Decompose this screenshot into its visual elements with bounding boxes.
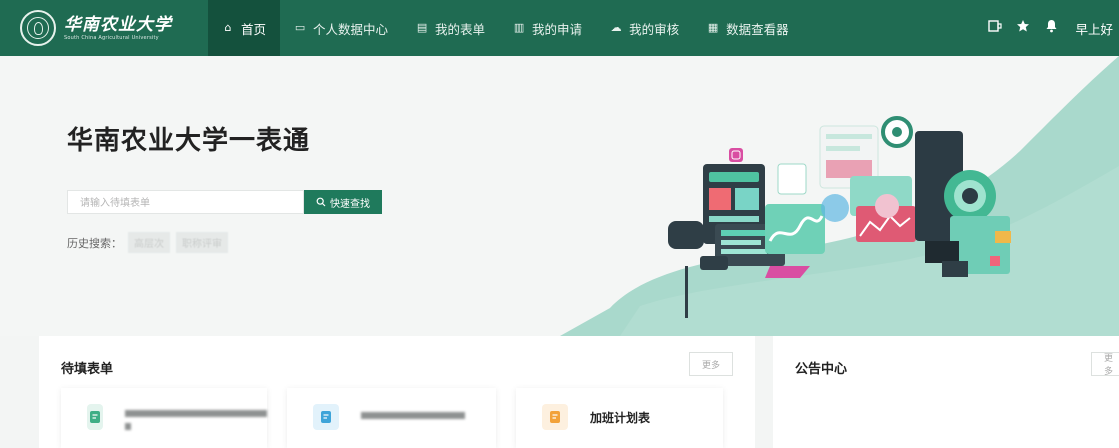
form-icon [87, 404, 103, 430]
form-name-redacted [125, 406, 267, 430]
nav-label: 我的表单 [435, 21, 486, 37]
hero-banner: 华南农业大学一表通 快速查找 历史搜索： 高层次 职称评审 [0, 56, 1119, 336]
nav-item-my-forms[interactable]: ▤ 我的表单 [402, 0, 499, 56]
search-history: 历史搜索： 高层次 职称评审 [67, 232, 228, 253]
university-logo[interactable]: 华南农业大学 South China Agricultural Universi… [20, 10, 172, 46]
bell-icon[interactable] [1037, 19, 1065, 37]
form-card[interactable] [287, 388, 496, 448]
quick-search-label: 快速查找 [330, 198, 370, 210]
nav-label: 数据查看器 [726, 21, 789, 37]
star-icon[interactable] [1009, 19, 1037, 37]
top-navbar: 华南农业大学 South China Agricultural Universi… [0, 0, 1119, 56]
monitor-icon: ▭ [294, 21, 306, 34]
notice-center-panel: 公告中心 更多 [773, 336, 1119, 448]
history-tag[interactable]: 职称评审 [176, 232, 228, 253]
panel-title: 待填表单 [61, 362, 114, 377]
nav-item-my-applications[interactable]: ▥ 我的申请 [499, 0, 596, 56]
main-nav: ⌂ 首页 ▭ 个人数据中心 ▤ 我的表单 ▥ 我的申请 ☁ 我的审核 ▦ 数据查… [208, 0, 803, 56]
nav-item-personal-data[interactable]: ▭ 个人数据中心 [280, 0, 402, 56]
nav-item-home[interactable]: ⌂ 首页 [208, 0, 281, 56]
search-box [67, 190, 304, 215]
page-title: 华南农业大学一表通 [67, 126, 311, 156]
quick-search-button[interactable]: 快速查找 [304, 190, 382, 214]
logo-text: 华南农业大学 South China Agricultural Universi… [64, 15, 172, 41]
search-icon [316, 197, 326, 207]
seal-icon [20, 10, 56, 46]
form-name-redacted [361, 408, 465, 419]
nav-label: 我的审核 [629, 21, 680, 37]
nav-label: 首页 [241, 21, 267, 37]
more-button[interactable]: 更多 [689, 352, 734, 376]
document-icon: ▤ [416, 21, 428, 34]
greeting-text[interactable]: 早上好 [1075, 19, 1113, 38]
nav-item-my-reviews[interactable]: ☁ 我的审核 [596, 0, 693, 56]
form-icon [313, 404, 339, 430]
panel-title: 公告中心 [795, 362, 848, 377]
logo-name-cn: 华南农业大学 [64, 15, 172, 35]
logo-name-en: South China Agricultural University [64, 35, 159, 41]
form-icon [542, 404, 568, 430]
table-icon: ▦ [707, 21, 719, 34]
history-tag[interactable]: 高层次 [128, 232, 170, 253]
header-tools: 早上好 [981, 0, 1119, 56]
screen-icon[interactable] [981, 20, 1009, 36]
search-input[interactable] [68, 192, 303, 215]
home-icon: ⌂ [224, 21, 232, 34]
document-icon: ▥ [513, 21, 525, 34]
more-button[interactable]: 更多 [1091, 352, 1119, 377]
cloud-icon: ☁ [610, 21, 622, 34]
history-label: 历史搜索： [67, 236, 122, 250]
pending-forms-panel: 待填表单 更多 加班计划表 [39, 336, 755, 448]
nav-item-data-viewer[interactable]: ▦ 数据查看器 [693, 0, 803, 56]
form-card[interactable] [61, 388, 267, 448]
nav-label: 个人数据中心 [313, 21, 389, 37]
form-card[interactable]: 加班计划表 [516, 388, 723, 448]
form-name: 加班计划表 [590, 411, 651, 425]
nav-label: 我的申请 [532, 21, 583, 37]
